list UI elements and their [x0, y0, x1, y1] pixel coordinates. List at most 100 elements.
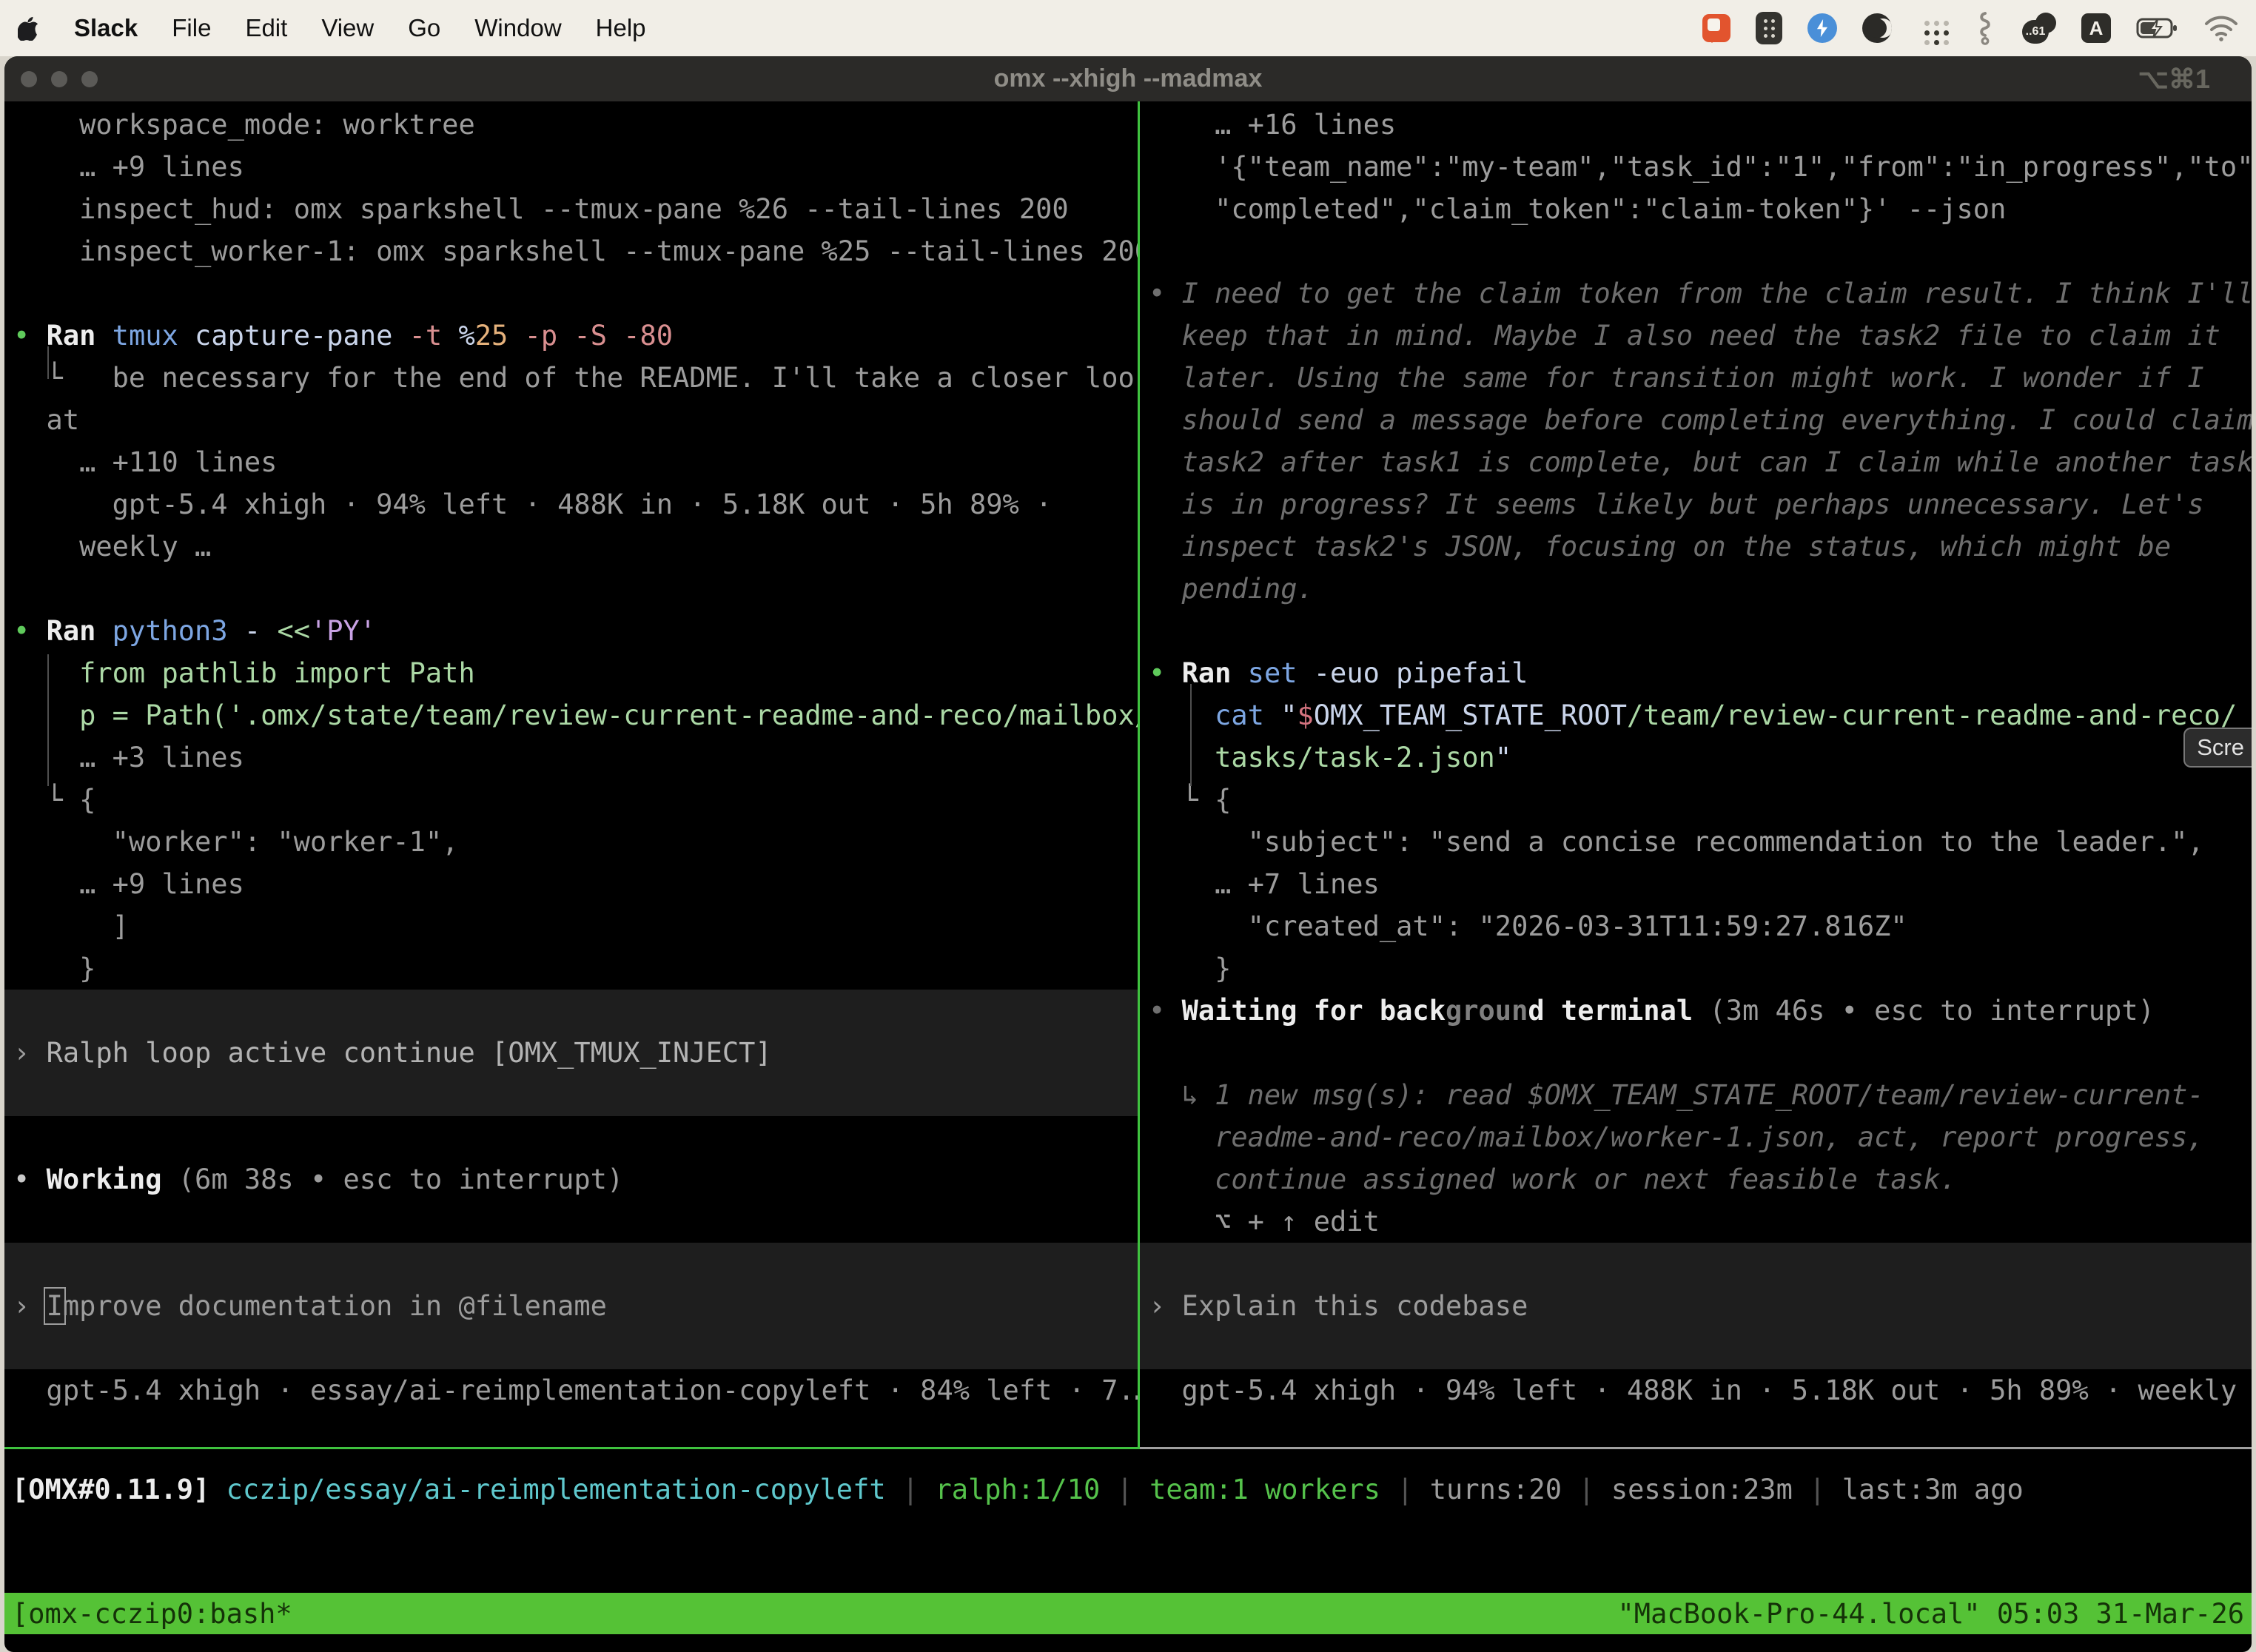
- text-segment: workspace_mode: worktree: [13, 109, 475, 141]
- text-segment: d terminal: [1528, 995, 1693, 1027]
- menu-bar-left: Slack File Edit View Go Window Help: [18, 14, 646, 42]
- text-segment: … +16 lines: [1149, 109, 1396, 141]
- screen-overlay-label: Scre: [2197, 734, 2244, 761]
- terminal-line: ]: [4, 905, 1138, 947]
- omx-status-line: [OMX#0.11.9] cczip/essay/ai-reimplementa…: [12, 1468, 2252, 1511]
- prompt-suggestion[interactable]: › Explain this codebase: [1140, 1285, 2252, 1327]
- text-segment: └ {: [13, 784, 95, 816]
- terminal-line: … +7 lines: [1140, 863, 2252, 905]
- text-segment: keep that in mind. Maybe I also need the…: [1149, 320, 2220, 352]
- text-segment: /team/review-current-readme-and-reco/: [1627, 699, 2237, 731]
- text-segment: |: [1562, 1474, 1611, 1505]
- hook-icon[interactable]: [1972, 11, 1997, 45]
- apple-menu[interactable]: [18, 16, 40, 41]
- messenger-icon[interactable]: [1807, 13, 1837, 43]
- terminal-line: [4, 1116, 1138, 1158]
- text-segment: Ran: [47, 615, 96, 647]
- menu-item-help[interactable]: Help: [596, 14, 646, 42]
- terminal-content: workspace_mode: worktree … +9 lines insp…: [4, 101, 2252, 1447]
- text-segment: Ran: [47, 320, 96, 352]
- text-segment: "worker": "worker-1",: [13, 826, 458, 858]
- text-segment: 25: [475, 320, 508, 352]
- passwords-icon[interactable]: [1756, 12, 1782, 44]
- screen-overlay-popup[interactable]: Scre: [2183, 728, 2252, 768]
- tmux-status-bar: [omx-cczip0:bash* "MacBook-Pro-44.local"…: [4, 1593, 2252, 1634]
- text-segment: from pathlib import Path: [13, 657, 475, 689]
- thinking-line: • I need to get the claim token from the…: [1140, 272, 2252, 315]
- text-segment: ›: [1149, 1290, 1182, 1322]
- terminal-line: tasks/task-2.json": [1140, 736, 2252, 779]
- pane-bottom-border: [4, 1447, 2252, 1449]
- terminal-line: [1140, 1032, 2252, 1074]
- wifi-icon[interactable]: [2204, 15, 2238, 41]
- terminal-line: [4, 1074, 1138, 1116]
- title-bar[interactable]: omx --xhigh --madmax ⌥⌘1: [4, 56, 2252, 101]
- right-pane: … +16 lines '{"team_name":"my-team","tas…: [1140, 101, 2252, 1447]
- terminal-line: inspect_worker-1: omx sparkshell --tmux-…: [4, 230, 1138, 272]
- text-segment: ralph:1/10: [935, 1474, 1100, 1505]
- terminal-line: p = Path('.omx/state/team/review-current…: [4, 694, 1138, 736]
- text-segment: tasks/task-2.json: [1215, 742, 1495, 773]
- text-segment: Working: [47, 1164, 162, 1195]
- zoom-button[interactable]: [81, 71, 98, 87]
- text-segment: capture-pane: [178, 320, 393, 352]
- battery-icon[interactable]: [2136, 17, 2179, 39]
- text-segment: -: [228, 615, 261, 647]
- terminal-line: "completed","claim_token":"claim-token"}…: [1140, 188, 2252, 230]
- pane-bottom-border-right: [1140, 1447, 2252, 1449]
- terminal-line: readme-and-reco/mailbox/worker-1.json, a…: [1140, 1116, 2252, 1158]
- menu-item-view[interactable]: View: [321, 14, 374, 42]
- minimize-button[interactable]: [51, 71, 67, 87]
- terminal-line: … +16 lines: [1140, 104, 2252, 146]
- moon-icon[interactable]: [1862, 13, 1892, 43]
- apple-icon: [18, 16, 40, 41]
- app-grid-icon[interactable]: [1917, 13, 1947, 43]
- count-badge-icon[interactable]: ..61: [2022, 13, 2056, 44]
- text-segment: inspect task2's JSON, focusing on the st…: [1149, 531, 2171, 563]
- text-segment: |: [1380, 1474, 1430, 1505]
- menu-item-edit[interactable]: Edit: [245, 14, 287, 42]
- text-segment: I need to get the claim token from the c…: [1182, 278, 2252, 309]
- text-segment: inspect_hud: omx sparkshell --tmux-pane …: [13, 193, 1069, 225]
- terminal-line: is in progress? It seems likely but perh…: [1140, 483, 2252, 526]
- text-segment: Explain this codebase: [1182, 1290, 1528, 1322]
- terminal-line: inspect_hud: omx sparkshell --tmux-pane …: [4, 188, 1138, 230]
- terminal-line: gpt-5.4 xhigh · 94% left · 488K in · 5.1…: [4, 483, 1138, 526]
- text-segment: turns:20: [1430, 1474, 1562, 1505]
- tree-guide: [47, 654, 49, 786]
- text-segment: -euo pipefail: [1297, 657, 1528, 689]
- terminal-line: gpt-5.4 xhigh · essay/ai-reimplementatio…: [4, 1369, 1138, 1411]
- menu-item-window[interactable]: Window: [474, 14, 561, 42]
- text-segment: "subject": "send a concise recommendatio…: [1149, 826, 2204, 858]
- text-segment: team:1 workers: [1149, 1474, 1380, 1505]
- text-segment: |: [886, 1474, 936, 1505]
- text-segment: $: [1297, 699, 1314, 731]
- screenshot-icon[interactable]: [1702, 14, 1730, 42]
- terminal-line: [1140, 230, 2252, 272]
- text-segment: … +9 lines: [13, 868, 244, 900]
- count-badge-label: ..61: [2022, 20, 2049, 44]
- text-segment: at: [13, 404, 79, 436]
- terminal-line: inspect task2's JSON, focusing on the st…: [1140, 526, 2252, 568]
- text-segment: … +9 lines: [13, 151, 244, 183]
- menu-item-slack[interactable]: Slack: [74, 14, 138, 42]
- text-segment: tmux: [113, 320, 178, 352]
- text-segment: }: [1149, 953, 1231, 984]
- menu-item-go[interactable]: Go: [408, 14, 440, 42]
- messenger-bolt: [1814, 19, 1830, 37]
- terminal-line: keep that in mind. Maybe I also need the…: [1140, 315, 2252, 357]
- text-segment: weekly …: [13, 531, 211, 563]
- terminal-line: ↳ 1 new msg(s): read $OMX_TEAM_STATE_ROO…: [1140, 1074, 2252, 1116]
- text-segment: 1 new msg(s): read $OMX_TEAM_STATE_ROOT/…: [1215, 1079, 2204, 1111]
- window-title: omx --xhigh --madmax: [994, 64, 1263, 93]
- close-button[interactable]: [21, 71, 37, 87]
- menu-item-file[interactable]: File: [172, 14, 211, 42]
- tree-guide: [1190, 684, 1192, 786]
- terminal-line: └ {: [1140, 779, 2252, 821]
- terminal-line: [4, 1243, 1138, 1285]
- keyboard-a-icon[interactable]: A: [2081, 13, 2111, 43]
- tmux-session-label: [omx-cczip0:bash*: [12, 1598, 292, 1630]
- terminal-line: [1140, 1243, 2252, 1285]
- prompt-input[interactable]: › Improve documentation in @filename: [4, 1285, 1138, 1327]
- text-segment: ]: [13, 910, 129, 942]
